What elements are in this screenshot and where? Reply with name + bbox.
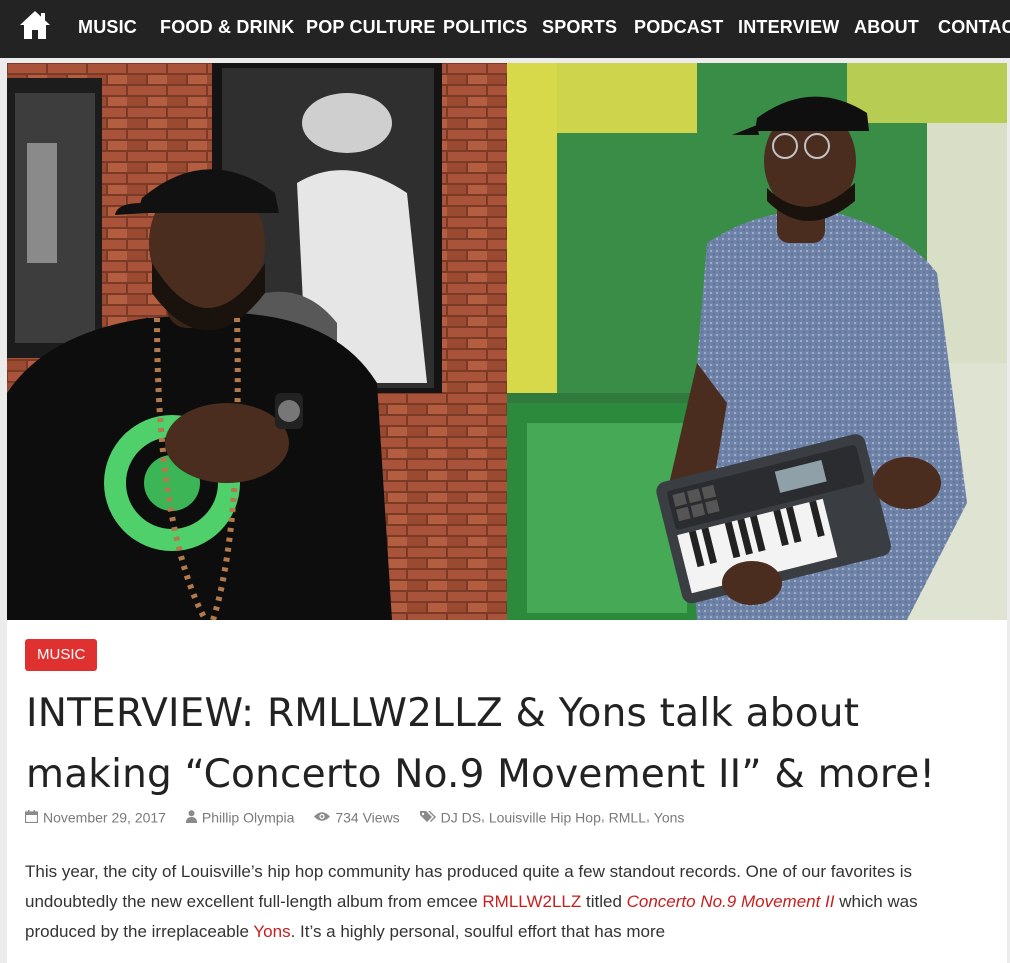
- calendar-icon: [24, 810, 39, 824]
- top-navigation: MUSIC FOOD & DRINK POP CULTURE POLITICS …: [0, 0, 1010, 58]
- body-text: . It’s a highly personal, soulful effort…: [290, 922, 666, 941]
- post-date[interactable]: November 29, 2017: [43, 809, 166, 825]
- nav-item-contact[interactable]: CONTACT: [938, 17, 1010, 38]
- post-meta: November 29, 2017 Phillip Olympia 734 Vi…: [24, 807, 985, 827]
- nav-item-interview[interactable]: INTERVIEW: [738, 17, 839, 38]
- nav-item-food-drink[interactable]: FOOD & DRINK: [160, 17, 294, 38]
- home-icon[interactable]: [18, 9, 52, 41]
- tag-link[interactable]: Yons: [654, 809, 685, 825]
- article-title-line-2: making “Concerto No.9 Movement II” & mor…: [26, 752, 936, 797]
- nav-item-sports[interactable]: SPORTS: [542, 17, 617, 38]
- nav-item-about[interactable]: ABOUT: [854, 17, 919, 38]
- user-icon: [185, 810, 197, 824]
- tag-link[interactable]: RMLL: [609, 809, 646, 825]
- article-card: MUSIC INTERVIEW: RMLLW2LLZ & Yons talk a…: [7, 63, 1007, 963]
- artist-link[interactable]: RMLLW2LLZ: [482, 892, 581, 911]
- producer-link[interactable]: Yons: [253, 922, 290, 941]
- nav-item-podcast[interactable]: PODCAST: [634, 17, 723, 38]
- nav-item-pop-culture[interactable]: POP CULTURE: [306, 17, 436, 38]
- body-text: titled: [581, 892, 627, 911]
- tags-icon: [419, 811, 436, 823]
- featured-image: [7, 63, 1007, 620]
- article-body-paragraph: This year, the city of Louisville’s hip …: [25, 857, 990, 947]
- tag-link[interactable]: Louisville Hip Hop: [489, 809, 601, 825]
- album-link[interactable]: Concerto No.9 Movement II: [627, 892, 835, 911]
- article-title-line-1: INTERVIEW: RMLLW2LLZ & Yons talk about: [26, 691, 860, 736]
- nav-item-politics[interactable]: POLITICS: [443, 17, 528, 38]
- category-badge[interactable]: MUSIC: [25, 639, 98, 671]
- post-author[interactable]: Phillip Olympia: [202, 809, 295, 825]
- nav-item-music[interactable]: MUSIC: [78, 17, 137, 38]
- tag-link[interactable]: DJ DS: [441, 809, 481, 825]
- eye-icon: [314, 812, 331, 822]
- post-views: 734 Views: [335, 808, 400, 825]
- article-title: INTERVIEW: RMLLW2LLZ & Yons talk about m…: [26, 683, 986, 805]
